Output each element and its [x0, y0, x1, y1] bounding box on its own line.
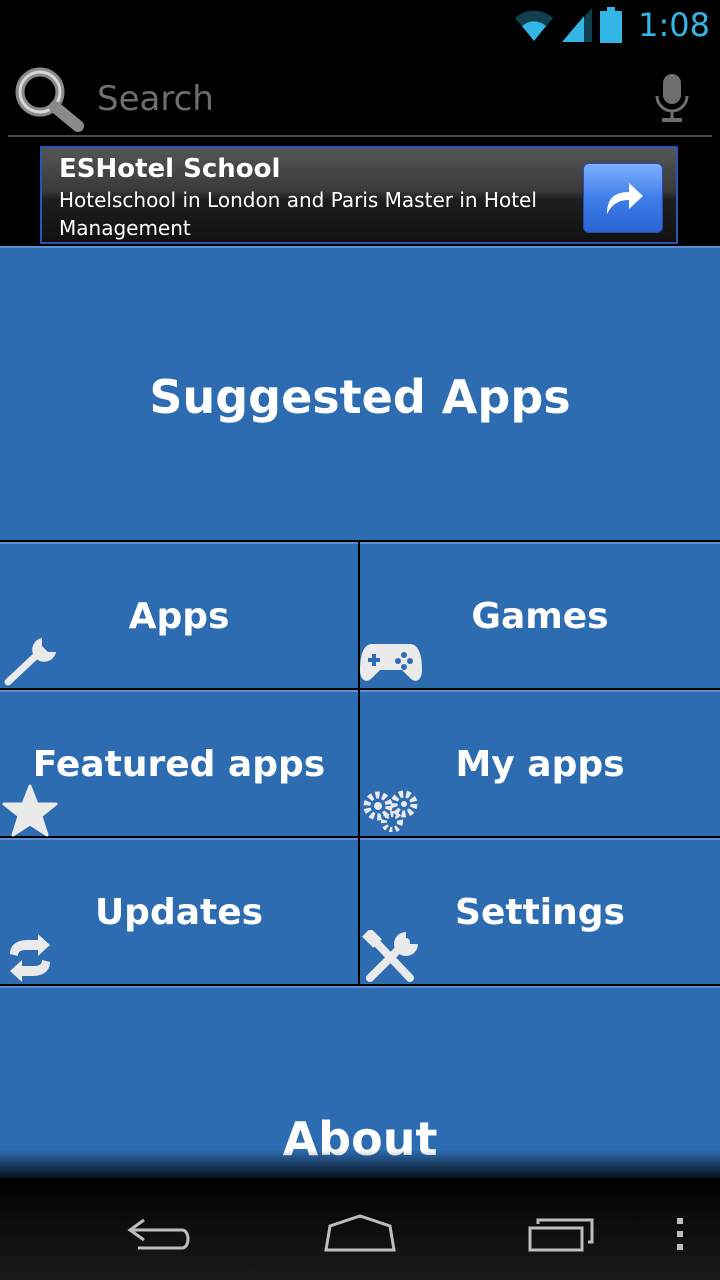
tile-suggested-apps[interactable]: Suggested Apps	[0, 246, 720, 540]
search-icon[interactable]	[10, 62, 86, 132]
signal-icon	[562, 8, 593, 42]
tile-apps-label: Apps	[128, 596, 230, 637]
star-icon	[2, 784, 58, 837]
recents-icon[interactable]	[526, 1214, 598, 1254]
wrench-icon	[4, 638, 56, 686]
nav-fade	[0, 1150, 720, 1180]
tile-updates[interactable]: Updates	[0, 838, 358, 984]
tile-featured-apps[interactable]: Featured apps	[0, 690, 358, 837]
home-icon[interactable]	[322, 1212, 398, 1254]
tile-games-label: Games	[471, 596, 609, 637]
tile-my-apps-label: My apps	[455, 744, 625, 785]
ad-open-button[interactable]	[583, 163, 663, 233]
search-underline	[8, 135, 712, 137]
status-bar: 1:08	[0, 0, 720, 50]
tile-my-apps[interactable]: My apps	[360, 690, 720, 836]
back-icon[interactable]	[124, 1214, 196, 1254]
gamepad-icon	[360, 644, 422, 681]
status-time: 1:08	[638, 6, 710, 44]
tile-settings[interactable]: Settings	[360, 838, 720, 984]
gears-icon	[363, 790, 418, 832]
battery-icon	[600, 7, 623, 43]
ad-title: ESHotel School	[59, 154, 281, 184]
tile-featured-apps-label: Featured apps	[32, 744, 326, 785]
tools-icon	[362, 930, 418, 982]
search-input[interactable]: Search	[97, 79, 214, 119]
navigation-bar	[0, 1178, 720, 1280]
mic-icon[interactable]	[654, 74, 690, 124]
tile-suggested-apps-label: Suggested Apps	[149, 370, 571, 424]
wifi-icon	[515, 10, 554, 41]
share-arrow-icon	[607, 183, 643, 214]
status-icons: 1:08	[514, 4, 710, 46]
menu-icon[interactable]	[674, 1216, 686, 1252]
tile-settings-label: Settings	[455, 892, 625, 933]
tile-updates-label: Updates	[94, 892, 264, 933]
refresh-icon	[10, 934, 50, 982]
ad-banner[interactable]: ESHotel School Hotelschool in London and…	[40, 146, 678, 244]
search-bar[interactable]: Search	[0, 50, 720, 146]
tile-apps[interactable]: Apps	[0, 542, 358, 688]
tile-games[interactable]: Games	[360, 542, 720, 688]
ad-description: Hotelschool in London and Paris Master i…	[59, 188, 537, 240]
